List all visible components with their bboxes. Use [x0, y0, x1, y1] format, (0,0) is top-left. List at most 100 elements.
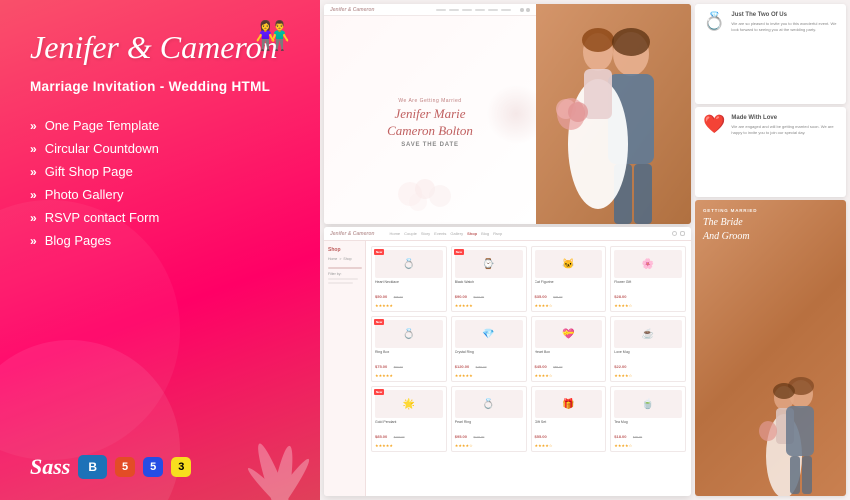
product-old-price: $65.00	[394, 295, 403, 299]
product-stars: ★★★★★	[455, 373, 523, 378]
product-name: Heart Necklace	[375, 280, 443, 284]
product-stars: ★★★★☆	[535, 373, 603, 378]
left-panel: 👫 Jenifer & Cameron Marriage Invitation …	[0, 0, 320, 500]
product-stars: ★★★★☆	[535, 443, 603, 448]
blog-title: The BrideAnd Groom	[703, 216, 838, 244]
nav-link	[449, 9, 459, 11]
product-card[interactable]: 🌟 New Gold Pendant $85.00 $100.00 ★★★★★	[371, 386, 447, 452]
nav-shop: Shop	[467, 231, 477, 236]
about-desc-1: We are so pleased to invite you to this …	[731, 21, 838, 32]
product-name: Ring Box	[375, 350, 443, 354]
product-pricing: $22.00	[614, 355, 682, 373]
product-pricing: $18.00 $25.00	[614, 425, 682, 443]
products-grid: 💍 New Heart Necklace $50.00 $65.00 ★★★★★…	[366, 241, 691, 496]
product-badge: New	[374, 389, 384, 395]
nav-gallery: Gallery	[450, 231, 463, 236]
feature-6: » Blog Pages	[30, 229, 290, 252]
cart-icon[interactable]	[680, 231, 685, 236]
wedding-page-preview: Jenifer & Cameron	[324, 4, 691, 224]
shop-sidebar: Shop Home > Shop Filter by:	[324, 241, 366, 496]
mini-navbar: Jenifer & Cameron	[324, 4, 536, 16]
product-old-price: $100.00	[394, 435, 405, 439]
product-stars: ★★★★★	[375, 373, 443, 378]
nav-rsvp: Rsvp	[493, 231, 502, 236]
feature-3: » Gift Shop Page	[30, 160, 290, 183]
product-badge: New	[374, 319, 384, 325]
product-old-price: $25.00	[633, 435, 642, 439]
product-card[interactable]: 🎁 Gift Set $55.00 ★★★★☆	[531, 386, 607, 452]
shop-navbar: Jenifer & Cameron Home Couple Story Even…	[324, 227, 691, 241]
product-pricing: $50.00 $65.00	[375, 285, 443, 303]
product-card[interactable]: 💝 Heart Box $45.00 $55.00 ★★★★☆	[531, 316, 607, 382]
shop-nav-links: Home Couple Story Events Gallery Shop Bl…	[389, 231, 502, 236]
product-name: Black Watch	[455, 280, 523, 284]
product-image: ☕	[614, 320, 682, 348]
nav-link	[475, 9, 485, 11]
product-stars: ★★★★★	[375, 443, 443, 448]
feature-2: » Circular Countdown	[30, 137, 290, 160]
about-text-2: Made With Love We are engaged and will b…	[731, 115, 838, 189]
wedding-text: We Are Getting Married Jenifer Marie Cam…	[336, 90, 524, 157]
nav-story: Story	[421, 231, 430, 236]
product-card[interactable]: ⌚ New Black Watch $90.00 $110.00 ★★★★★	[451, 246, 527, 312]
features-list: » One Page Template » Circular Countdown…	[30, 114, 290, 252]
product-old-price: $120.00	[473, 435, 484, 439]
product-pricing: $95.00 $120.00	[455, 425, 523, 443]
couple-photo	[536, 4, 691, 224]
wedding-left-content: Jenifer & Cameron	[324, 4, 536, 224]
product-old-price: $45.00	[553, 295, 562, 299]
product-pricing: $35.00 $45.00	[535, 285, 603, 303]
nav-icon	[520, 8, 524, 12]
feature-1: » One Page Template	[30, 114, 290, 137]
product-name: Crystal Ring	[455, 350, 523, 354]
product-stars: ★★★★☆	[614, 303, 682, 308]
crumb-shop: Shop	[343, 257, 351, 261]
product-pricing: $45.00 $55.00	[535, 355, 603, 373]
product-price: $120.00	[455, 364, 469, 369]
product-card[interactable]: 🍵 Tea Mug $18.00 $25.00 ★★★★☆	[610, 386, 686, 452]
product-card[interactable]: 💍 New Ring Box $75.00 $90.00 ★★★★★	[371, 316, 447, 382]
shop-page-preview: Jenifer & Cameron Home Couple Story Even…	[324, 227, 691, 496]
blog-label: GETTING MARRIED	[703, 208, 838, 213]
product-pricing: $55.00	[535, 425, 603, 443]
arrow-icon: »	[30, 119, 37, 133]
nav-icon	[526, 8, 530, 12]
product-card[interactable]: 🐱 Cat Figurine $35.00 $45.00 ★★★★☆	[531, 246, 607, 312]
blog-couple-svg	[746, 366, 846, 496]
product-price: $22.00	[614, 364, 626, 369]
product-price: $50.00	[375, 294, 387, 299]
groom-name: Cameron Bolton	[346, 123, 514, 140]
couple-silhouette	[536, 4, 691, 224]
product-card[interactable]: 💎 Crystal Ring $120.00 $150.00 ★★★★★	[451, 316, 527, 382]
product-card[interactable]: 💍 New Heart Necklace $50.00 $65.00 ★★★★★	[371, 246, 447, 312]
product-card[interactable]: 🌸 Flower Gift $28.00 ★★★★☆	[610, 246, 686, 312]
tech-badges: Sass B 5 5 3	[30, 446, 290, 480]
product-stars: ★★★★☆	[614, 443, 682, 448]
product-card[interactable]: ☕ Love Mug $22.00 ★★★★☆	[610, 316, 686, 382]
couple-photo-area	[536, 4, 691, 224]
product-card[interactable]: 💍 Pearl Ring $95.00 $120.00 ★★★★☆	[451, 386, 527, 452]
nav-link	[488, 9, 498, 11]
product-name: Love Mug	[614, 350, 682, 354]
product-name: Pearl Ring	[455, 420, 523, 424]
product-image: 🍵	[614, 390, 682, 418]
bride-name: Jenifer Marie	[346, 106, 514, 123]
couple-icon: 👫	[255, 22, 290, 50]
right-panel: Jenifer & Cameron	[320, 0, 850, 500]
mini-nav-links	[436, 9, 511, 11]
product-pricing: $28.00	[614, 285, 682, 303]
sass-badge: Sass	[30, 454, 70, 480]
shop-search-area	[672, 231, 685, 236]
product-image: 💍	[375, 250, 443, 278]
about-text-1: Just The Two Of Us We are so pleased to …	[731, 12, 838, 96]
arrow-icon: »	[30, 211, 37, 225]
about-title-2: Made With Love	[731, 115, 838, 121]
filter-bar	[328, 282, 353, 284]
product-name: Flower Gift	[614, 280, 682, 284]
product-badge: New	[374, 249, 384, 255]
about-title-1: Just The Two Of Us	[731, 12, 838, 18]
nav-link	[436, 9, 446, 11]
product-image: 💍	[375, 320, 443, 348]
shop-title: Shop	[328, 247, 361, 253]
search-icon[interactable]	[672, 231, 677, 236]
